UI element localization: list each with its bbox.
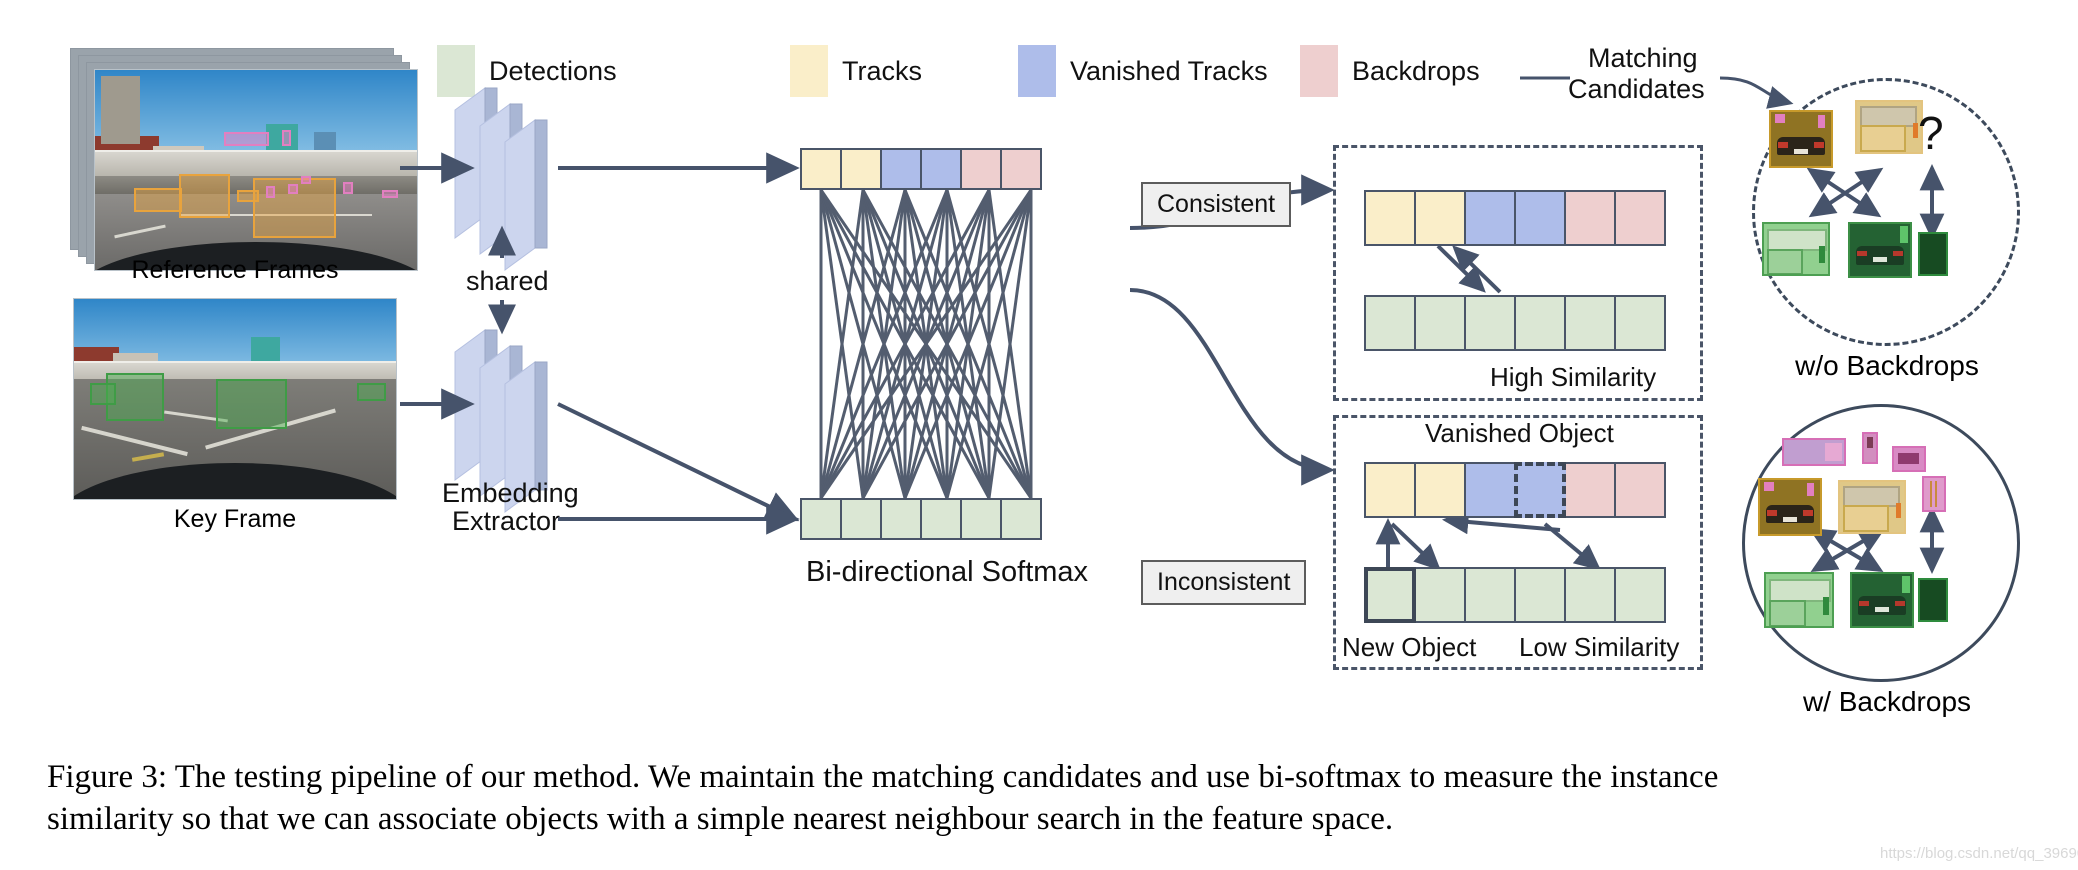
- ls-cell-detection-6: [1614, 567, 1666, 623]
- track-car-thumb: [1758, 478, 1822, 536]
- figure-caption-line2: similarity so that we can associate obje…: [47, 801, 1394, 837]
- detect-bus-thumb: [1762, 222, 1830, 276]
- backdrop-billboard-thumb: [1782, 438, 1846, 466]
- detect-car-thumb: [1848, 222, 1912, 278]
- ls-cell-detection-4: [1514, 567, 1566, 623]
- hs-cell-vanished-1: [1464, 190, 1516, 246]
- ls-cell-track-2: [1414, 462, 1466, 518]
- hs-cell-backdrop-1: [1564, 190, 1616, 246]
- hs-cell-detection-3: [1464, 295, 1516, 351]
- hs-cell-backdrop-2: [1614, 190, 1666, 246]
- watermark-text: https://blog.csdn.net/qq_39690000: [1880, 845, 2078, 862]
- low-similarity-top-row: [1364, 462, 1666, 518]
- ls-cell-detection-3: [1464, 567, 1516, 623]
- matched-backdrop-thumb: [1918, 578, 1948, 622]
- ls-cell-detection-new-object: [1364, 567, 1416, 623]
- backdrop-sign-thumb: [1862, 432, 1878, 464]
- hs-cell-track-2: [1414, 190, 1466, 246]
- track-bus-thumb: [1838, 480, 1906, 534]
- low-similarity-bottom-row: [1364, 567, 1666, 623]
- hs-cell-track-1: [1364, 190, 1416, 246]
- figure-caption-line1: Figure 3: The testing pipeline of our me…: [47, 759, 1719, 795]
- track-car-thumb: [1769, 110, 1833, 168]
- thumb-tint: [1920, 234, 1946, 274]
- backdrop-board-thumb: [1892, 446, 1926, 472]
- thumb-tint: [1920, 580, 1946, 620]
- new-object-label: New Object: [1342, 632, 1477, 662]
- hs-cell-detection-2: [1414, 295, 1466, 351]
- hs-cell-detection-1: [1364, 295, 1416, 351]
- unmatched-detection-thumb: [1918, 232, 1948, 276]
- low-similarity-caption: Low Similarity: [1519, 632, 1680, 662]
- hs-cell-vanished-2: [1514, 190, 1566, 246]
- high-similarity-top-row: [1364, 190, 1666, 246]
- without-backdrops-label: w/o Backdrops: [1795, 350, 1979, 381]
- connector-overlay: [400, 76, 1945, 575]
- ls-cell-track-1: [1364, 462, 1416, 518]
- with-backdrops-label: w/ Backdrops: [1802, 686, 1972, 717]
- ls-cell-vanished-1: [1464, 462, 1516, 518]
- ls-cell-detection-5: [1564, 567, 1616, 623]
- thumb-tint: [1924, 478, 1944, 510]
- question-mark-label: ?: [1918, 107, 1944, 159]
- vanished-object-label: Vanished Object: [1425, 418, 1614, 448]
- consistent-tag: Consistent: [1141, 182, 1292, 227]
- high-similarity-caption: High Similarity: [1490, 362, 1657, 392]
- ls-cell-vanished-selected: [1514, 462, 1566, 518]
- ls-cell-detection-2: [1414, 567, 1466, 623]
- hs-cell-detection-5: [1564, 295, 1616, 351]
- detect-bus-thumb: [1764, 572, 1834, 628]
- hs-cell-detection-6: [1614, 295, 1666, 351]
- ls-cell-backdrop-2: [1614, 462, 1666, 518]
- inconsistent-tag: Inconsistent: [1141, 560, 1307, 605]
- backdrop-pole-thumb: [1922, 476, 1946, 512]
- ls-cell-backdrop-1: [1564, 462, 1616, 518]
- hs-cell-detection-4: [1514, 295, 1566, 351]
- figure-canvas: Reference Frames Key Frame Detections Tr…: [0, 0, 2078, 870]
- detect-car-thumb: [1850, 572, 1914, 628]
- high-similarity-bottom-row: [1364, 295, 1666, 351]
- track-bus-thumb: [1855, 100, 1923, 154]
